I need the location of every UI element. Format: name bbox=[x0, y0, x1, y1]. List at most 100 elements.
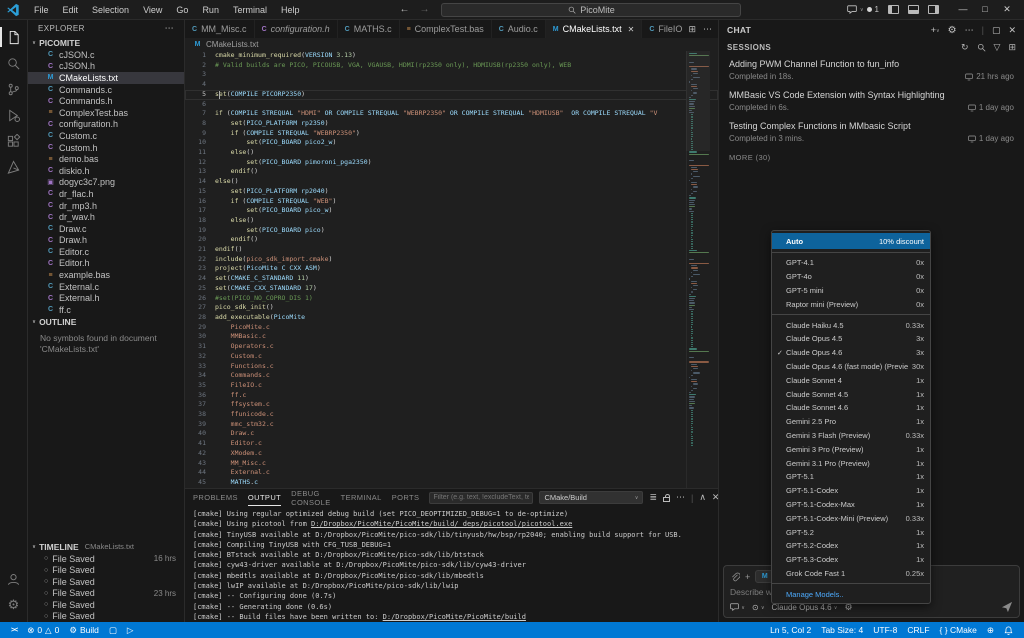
remote-indicator[interactable]: >< bbox=[6, 627, 22, 634]
search-icon[interactable] bbox=[0, 50, 28, 76]
minimize-button[interactable]: — bbox=[952, 4, 974, 15]
file-item-custom.h[interactable]: CCustom.h bbox=[28, 142, 184, 154]
file-item-custom.c[interactable]: CCustom.c bbox=[28, 130, 184, 142]
toggle-secondary-sidebar-icon[interactable] bbox=[928, 5, 939, 14]
more-actions-icon[interactable]: ⋯ bbox=[703, 24, 712, 35]
file-item-diskio.h[interactable]: Cdiskio.h bbox=[28, 165, 184, 177]
menu-edit[interactable]: Edit bbox=[57, 3, 85, 17]
timeline-entry[interactable]: ○File Saved bbox=[28, 565, 184, 577]
model-option-gpt-4.1[interactable]: GPT-4.10x bbox=[772, 256, 930, 270]
model-option-auto[interactable]: Auto10% discount bbox=[772, 233, 930, 249]
search-sessions-icon[interactable] bbox=[977, 43, 986, 52]
more-sessions-link[interactable]: MORE (30) bbox=[719, 148, 1024, 167]
model-option-gemini-3-flash-preview-[interactable]: Gemini 3 Flash (Preview)0.33x bbox=[772, 429, 930, 443]
problems-status[interactable]: ⊗0 △0 bbox=[22, 625, 64, 636]
file-item-cjson.h[interactable]: CcJSON.h bbox=[28, 61, 184, 73]
output-filter-input[interactable] bbox=[429, 492, 533, 504]
file-item-editor.c[interactable]: CEditor.c bbox=[28, 246, 184, 258]
close-tab-icon[interactable]: ✕ bbox=[628, 25, 635, 34]
model-option-gpt-5.1[interactable]: GPT-5.11x bbox=[772, 470, 930, 484]
source-control-icon[interactable] bbox=[0, 76, 28, 102]
model-option-gpt-5.1-codex[interactable]: GPT-5.1-Codex1x bbox=[772, 484, 930, 498]
toggle-primary-sidebar-icon[interactable] bbox=[888, 5, 899, 14]
minimap-slider[interactable] bbox=[686, 51, 710, 151]
tab-audio.c[interactable]: CAudio.c bbox=[492, 20, 546, 38]
menu-terminal[interactable]: Terminal bbox=[227, 3, 273, 17]
launch-button[interactable]: ▷ bbox=[122, 625, 139, 636]
attach-paperclip-icon[interactable] bbox=[730, 572, 740, 582]
timeline-entry[interactable]: ○File Saved bbox=[28, 576, 184, 588]
session-item[interactable]: Testing Complex Functions in MMbasic Scr… bbox=[719, 117, 1024, 148]
send-button[interactable] bbox=[1001, 601, 1013, 613]
account-icon[interactable] bbox=[0, 566, 28, 592]
panel-tab-debug-console[interactable]: DEBUG CONSOLE bbox=[291, 489, 330, 506]
file-item-example.bas[interactable]: ≡example.bas bbox=[28, 269, 184, 281]
model-option-claude-haiku-4.5[interactable]: Claude Haiku 4.50.33x bbox=[772, 318, 930, 332]
file-item-draw.c[interactable]: CDraw.c bbox=[28, 223, 184, 235]
status-item--cmake[interactable]: { } CMake bbox=[935, 625, 982, 635]
code-editor[interactable]: 1cmake_minimum_required(VERSION 3.13)2# … bbox=[185, 51, 718, 488]
file-item-dr_flac.h[interactable]: Cdr_flac.h bbox=[28, 188, 184, 200]
output-link[interactable]: D:/Dropbox/PicoMite/PicoMite/build/_deps… bbox=[311, 520, 572, 528]
model-option-gemini-2.5-pro[interactable]: Gemini 2.5 Pro1x bbox=[772, 415, 930, 429]
file-item-demo.bas[interactable]: ≡demo.bas bbox=[28, 153, 184, 165]
menu-file[interactable]: File bbox=[28, 3, 55, 17]
model-option-claude-opus-4.6-fast-mode-preview-[interactable]: Claude Opus 4.6 (fast mode) (Preview)30x bbox=[772, 360, 930, 374]
notifications-bell-icon[interactable] bbox=[999, 626, 1018, 635]
chat-settings-gear-icon[interactable]: ⚙ bbox=[948, 25, 957, 36]
session-item[interactable]: MMBasic VS Code Extension with Syntax Hi… bbox=[719, 86, 1024, 117]
agent-selector[interactable]: ⊙ ∨ bbox=[752, 603, 765, 612]
close-chat-icon[interactable]: ✕ bbox=[1008, 25, 1016, 36]
menu-selection[interactable]: Selection bbox=[86, 3, 135, 17]
model-option-claude-sonnet-4.6[interactable]: Claude Sonnet 4.61x bbox=[772, 401, 930, 415]
menu-run[interactable]: Run bbox=[196, 3, 225, 17]
new-chat-icon[interactable]: +∨ bbox=[931, 25, 940, 35]
toggle-panel-icon[interactable] bbox=[908, 5, 919, 14]
panel-tab-problems[interactable]: PROBLEMS bbox=[193, 489, 238, 506]
timeline-entry[interactable]: ○File Saved bbox=[28, 599, 184, 611]
model-option-gpt-5.3-codex[interactable]: GPT-5.3-Codex1x bbox=[772, 553, 930, 567]
status-item-tab-size-4[interactable]: Tab Size: 4 bbox=[816, 625, 868, 635]
nav-back-icon[interactable]: ← bbox=[399, 4, 409, 15]
tab-mm_misc.c[interactable]: CMM_Misc.c bbox=[185, 20, 255, 38]
status-item-crlf[interactable]: CRLF bbox=[902, 625, 934, 635]
model-option-claude-opus-4.5[interactable]: Claude Opus 4.53x bbox=[772, 332, 930, 346]
copilot-badge[interactable]: ∨ 1 bbox=[847, 5, 879, 14]
filter-sessions-icon[interactable]: ▽ bbox=[994, 42, 1001, 53]
maximize-panel-icon[interactable]: ∧ bbox=[699, 492, 706, 503]
model-option-gpt-5.2[interactable]: GPT-5.21x bbox=[772, 525, 930, 539]
cmake-build-button[interactable]: ⚙ Build bbox=[64, 625, 104, 636]
command-center-search[interactable]: PicoMite bbox=[441, 3, 741, 17]
explorer-more-icon[interactable]: ⋯ bbox=[165, 23, 174, 34]
model-option-gemini-3.1-pro-preview-[interactable]: Gemini 3.1 Pro (Preview)1x bbox=[772, 456, 930, 470]
model-option-raptor-mini-preview-[interactable]: Raptor mini (Preview)0x bbox=[772, 297, 930, 311]
file-item-editor.h[interactable]: CEditor.h bbox=[28, 258, 184, 270]
status-item-utf-8[interactable]: UTF-8 bbox=[868, 625, 902, 635]
model-option-gpt-5-mini[interactable]: GPT-5 mini0x bbox=[772, 284, 930, 298]
output-channel-select[interactable]: CMake/Build ∨ bbox=[539, 491, 643, 504]
timeline-entry[interactable]: ○File Saved23 hrs bbox=[28, 588, 184, 600]
open-sessions-editor-icon[interactable]: ⊞ bbox=[1008, 42, 1016, 53]
chat-more-icon[interactable]: ⋯ bbox=[965, 25, 974, 36]
nav-forward-icon[interactable]: → bbox=[419, 4, 429, 15]
panel-more-icon[interactable]: ⋯ bbox=[676, 492, 685, 503]
breadcrumb[interactable]: M CMakeLists.txt bbox=[185, 38, 718, 51]
model-option-manage-models..[interactable]: Manage Models.. bbox=[772, 587, 930, 601]
explorer-icon[interactable] bbox=[0, 24, 28, 50]
model-option-gpt-5.1-codex-max[interactable]: GPT-5.1-Codex-Max1x bbox=[772, 498, 930, 512]
tab-complextest.bas[interactable]: ≡ComplexTest.bas bbox=[400, 20, 492, 38]
menu-go[interactable]: Go bbox=[170, 3, 194, 17]
file-item-commands.c[interactable]: CCommands.c bbox=[28, 84, 184, 96]
menu-view[interactable]: View bbox=[137, 3, 168, 17]
file-item-complextest.bas[interactable]: ≡ComplexTest.bas bbox=[28, 107, 184, 119]
menu-help[interactable]: Help bbox=[275, 3, 306, 17]
timeline-section-header[interactable]: ∨ TIMELINE CMakeLists.txt bbox=[28, 540, 184, 553]
split-editor-icon[interactable]: ⊞ bbox=[688, 24, 696, 35]
model-option-gpt-5.1-codex-mini-preview-[interactable]: GPT-5.1-Codex-Mini (Preview)0.33x bbox=[772, 511, 930, 525]
refresh-icon[interactable]: ↻ bbox=[961, 42, 969, 53]
folder-section-header[interactable]: ∨ PICOMITE bbox=[28, 36, 184, 49]
chat-mode-selector[interactable]: ∨ bbox=[730, 603, 745, 612]
output-log[interactable]: [cmake] Using regular optimized debug bu… bbox=[185, 506, 718, 622]
session-item[interactable]: Adding PWM Channel Function to fun_info … bbox=[719, 55, 1024, 86]
model-option-gpt-4o[interactable]: GPT-4o0x bbox=[772, 270, 930, 284]
